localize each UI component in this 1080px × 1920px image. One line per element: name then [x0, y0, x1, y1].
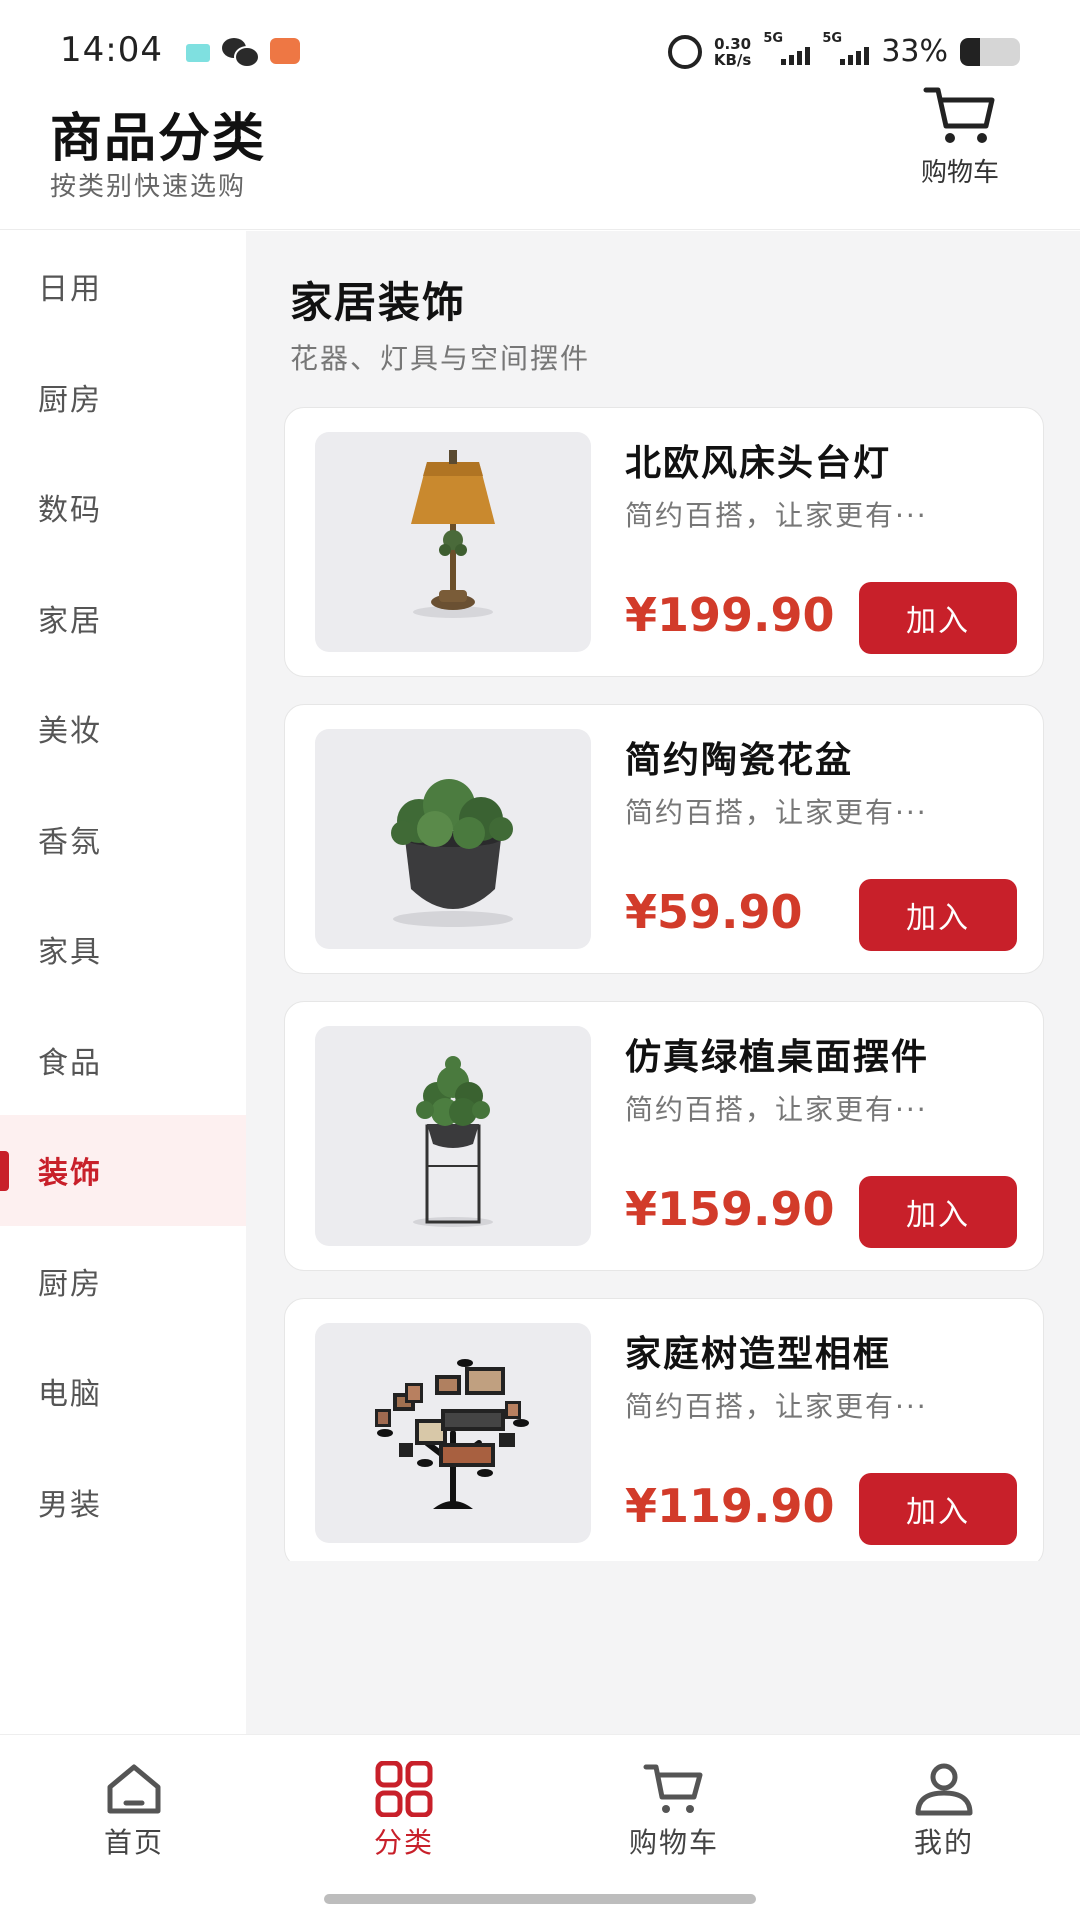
nav-label: 首页 — [103, 1826, 164, 1859]
product-image-plant-stand[interactable] — [315, 1026, 591, 1246]
nav-home[interactable]: 首页 — [44, 1761, 224, 1861]
header-cart-label: 购物车 — [920, 158, 999, 188]
signal-icon-2: 5G — [822, 31, 870, 65]
sidebar-item[interactable]: 家居 — [0, 563, 246, 674]
nav-label: 购物车 — [628, 1826, 719, 1859]
net-speed-unit: KB/s — [713, 50, 752, 69]
product-desc: 简约百搭，让家更有··· — [625, 1390, 928, 1423]
sidebar-item[interactable]: 日用 — [0, 231, 246, 342]
message-app-icon — [186, 44, 210, 62]
nav-category[interactable]: 分类 — [314, 1761, 494, 1861]
net-speed: 0.30 KB/s — [714, 36, 751, 68]
product-name: 家庭树造型相框 — [625, 1334, 892, 1375]
header-cart-button[interactable]: 购物车 — [900, 84, 1020, 204]
product-desc: 简约百搭，让家更有··· — [625, 1093, 928, 1126]
product-name: 仿真绿植桌面摆件 — [625, 1037, 930, 1078]
sidebar-item-label: 厨房 — [38, 1266, 102, 1302]
sidebar-item-label: 美妆 — [38, 714, 102, 750]
sidebar-item-label: 香氛 — [38, 824, 102, 860]
add-to-cart-button[interactable]: 加入 — [859, 582, 1017, 654]
sidebar-item-label: 日用 — [38, 272, 102, 308]
category-grid-icon — [375, 1761, 433, 1817]
home-indicator[interactable] — [324, 1894, 756, 1904]
bottom-nav: 首页 分类 购物车 我的 — [0, 1734, 1080, 1920]
status-indicators: 0.30 KB/s 5G 5G 33% — [667, 31, 1020, 69]
wechat-icon — [222, 38, 260, 68]
sidebar-item-label: 数码 — [38, 493, 102, 529]
bilibili-icon — [270, 38, 300, 64]
nav-cart[interactable]: 购物车 — [584, 1761, 764, 1861]
signal-2-label: 5G — [822, 30, 843, 46]
product-name: 北欧风床头台灯 — [625, 443, 892, 484]
sidebar-item[interactable]: 厨房 — [0, 1226, 246, 1337]
status-bar: 14:04 0.30 KB/s 5G 5G 33% — [0, 0, 1080, 96]
product-image-ceramic-planter[interactable] — [315, 729, 591, 949]
product-desc: 简约百搭，让家更有··· — [625, 499, 928, 532]
sidebar-item-label: 男装 — [38, 1487, 102, 1523]
category-title: 家居装饰 — [290, 278, 467, 327]
category-subtitle: 花器、灯具与空间摆件 — [290, 342, 591, 375]
page-subtitle: 按类别快速选购 — [50, 172, 247, 202]
sidebar-item-label: 装饰 — [38, 1156, 102, 1192]
product-card[interactable]: 家庭树造型相框 简约百搭，让家更有··· ¥119.90 加入 — [284, 1298, 1044, 1561]
sidebar-item[interactable]: 厨房 — [0, 342, 246, 453]
page-title: 商品分类 — [50, 109, 267, 169]
product-name: 简约陶瓷花盆 — [625, 740, 854, 781]
product-card[interactable]: 仿真绿植桌面摆件 简约百搭，让家更有··· ¥159.90 加入 — [284, 1001, 1044, 1271]
add-to-cart-button[interactable]: 加入 — [859, 879, 1017, 951]
product-image-table-lamp[interactable] — [315, 432, 591, 652]
signal-1-label: 5G — [763, 30, 784, 46]
product-panel: 家居装饰 花器、灯具与空间摆件 北欧风床头台灯 简约百搭，让家更有··· ¥19… — [246, 231, 1080, 1734]
sidebar-item-label: 电脑 — [38, 1377, 102, 1413]
battery-fill — [960, 37, 980, 66]
alarm-icon — [667, 34, 702, 69]
sidebar-item[interactable]: 香氛 — [0, 784, 246, 895]
product-price: ¥199.90 — [625, 588, 835, 642]
product-price: ¥119.90 — [625, 1479, 835, 1533]
battery-percent: 33% — [881, 34, 948, 69]
sidebar-item[interactable]: 电脑 — [0, 1336, 246, 1447]
product-card[interactable]: 简约陶瓷花盆 简约百搭，让家更有··· ¥59.90 加入 — [284, 704, 1044, 974]
category-sidebar: 日用 厨房 数码 家居 美妆 香氛 家具 食品 装饰 厨房 电脑 男装 — [0, 231, 246, 1591]
sidebar-item[interactable]: 男装 — [0, 1447, 246, 1558]
add-to-cart-button[interactable]: 加入 — [859, 1176, 1017, 1248]
product-card[interactable]: 北欧风床头台灯 简约百搭，让家更有··· ¥199.90 加入 — [284, 407, 1044, 677]
home-icon — [107, 1764, 161, 1814]
nav-profile[interactable]: 我的 — [854, 1761, 1034, 1861]
cart-icon — [643, 1764, 703, 1813]
sidebar-item-label: 家具 — [38, 935, 102, 971]
profile-icon — [915, 1763, 973, 1816]
sidebar-item[interactable]: 美妆 — [0, 673, 246, 784]
sidebar-item[interactable]: 食品 — [0, 1005, 246, 1116]
status-app-icons — [186, 38, 300, 68]
product-price: ¥59.90 — [625, 885, 803, 939]
sidebar-item[interactable]: 数码 — [0, 452, 246, 563]
cart-icon — [923, 87, 995, 143]
page-header: 商品分类 按类别快速选购 购物车 — [0, 87, 1080, 230]
product-image-family-tree-frame[interactable] — [315, 1323, 591, 1543]
signal-icon: 5G — [763, 31, 811, 65]
sidebar-item-label: 食品 — [38, 1045, 102, 1081]
battery-icon — [960, 37, 1020, 66]
status-time: 14:04 — [60, 30, 163, 70]
product-price: ¥159.90 — [625, 1182, 835, 1236]
sidebar-item-active[interactable]: 装饰 — [0, 1115, 246, 1226]
nav-label: 分类 — [373, 1826, 434, 1859]
sidebar-item-label: 厨房 — [38, 382, 102, 418]
sidebar-item[interactable]: 家具 — [0, 894, 246, 1005]
product-desc: 简约百搭，让家更有··· — [625, 796, 928, 829]
sidebar-item-label: 家居 — [38, 603, 102, 639]
nav-label: 我的 — [913, 1826, 974, 1859]
add-to-cart-button[interactable]: 加入 — [859, 1473, 1017, 1545]
product-list[interactable]: 北欧风床头台灯 简约百搭，让家更有··· ¥199.90 加入 简约陶瓷花盆 简… — [284, 407, 1044, 1561]
